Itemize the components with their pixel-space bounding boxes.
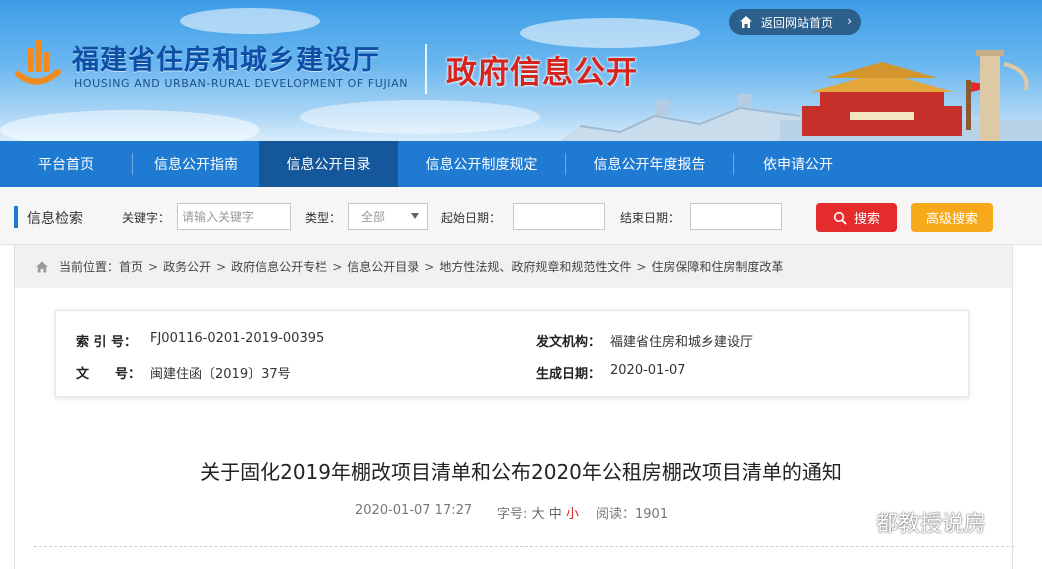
doc-number-value: 闽建住函〔2019〕37号 <box>150 367 291 382</box>
publish-datetime: 2020-01-07 17:27 <box>355 503 473 518</box>
page: 福建省住房和城乡建设厅 HOUSING AND URBAN-RURAL DEVE… <box>0 0 1042 569</box>
view-count: 阅读：1901 <box>596 503 668 522</box>
search-button-label: 搜索 <box>853 212 880 227</box>
document-title: 关于固化2019年棚改项目清单和公布2020年公租房棚改项目清单的通知 <box>200 460 842 484</box>
nav-item-apply[interactable]: 依申请公开 <box>734 141 862 187</box>
logo-icon <box>15 40 61 85</box>
issuer-label: 发文机构： <box>536 335 602 350</box>
keyword-label: 关键字： <box>122 211 171 225</box>
site-title: 福建省住房和城乡建设厅 <box>72 45 380 76</box>
type-select-value: 全部 <box>361 210 386 224</box>
breadcrumb-item-info-column[interactable]: 政府信息公开专栏 <box>231 258 327 275</box>
breadcrumb-separator: > <box>216 259 227 274</box>
font-size-small[interactable]: 小 <box>566 507 579 522</box>
start-date-input[interactable] <box>513 203 605 230</box>
main-nav: 平台首页 信息公开指南 信息公开目录 信息公开制度规定 信息公开年度报告 依申请… <box>0 141 1042 187</box>
back-home-button[interactable]: 返回网站首页 › <box>729 9 861 35</box>
index-number-value: FJ00116-0201-2019-00395 <box>150 331 325 346</box>
search-title: 信息检索 <box>27 211 83 227</box>
tiananmen-illustration <box>780 50 1042 141</box>
watermark: 都教授说房 <box>838 506 986 538</box>
breadcrumb-item-regulations[interactable]: 地方性法规、政府规章和规范性文件 <box>439 258 631 275</box>
font-size-control: 字号: 大 中 小 <box>497 503 579 522</box>
search-title-accent <box>14 206 18 228</box>
breadcrumb-item-affairs[interactable]: 政务公开 <box>163 258 211 275</box>
site-header: 福建省住房和城乡建设厅 HOUSING AND URBAN-RURAL DEVE… <box>0 0 1042 141</box>
breadcrumb: 当前位置： 首页 > 政务公开 > 政府信息公开专栏 > 信息公开目录 > 地方… <box>14 245 1013 288</box>
advanced-search-button[interactable]: 高级搜索 <box>911 203 993 232</box>
nav-item-home[interactable]: 平台首页 <box>0 141 132 187</box>
chevron-right-icon: › <box>847 14 852 28</box>
nav-item-catalog[interactable]: 信息公开目录 <box>259 141 398 187</box>
chevron-down-icon <box>411 213 419 219</box>
issuer-value: 福建省住房和城乡建设厅 <box>610 335 754 350</box>
type-label: 类型： <box>305 211 342 225</box>
nav-item-regulations[interactable]: 信息公开制度规定 <box>398 141 565 187</box>
breadcrumb-separator: > <box>424 259 435 274</box>
breadcrumb-item-catalog[interactable]: 信息公开目录 <box>347 258 419 275</box>
view-count-value: 1901 <box>635 507 669 522</box>
site-subtitle: HOUSING AND URBAN-RURAL DEVELOPMENT OF F… <box>74 77 409 90</box>
end-date-label: 结束日期： <box>620 211 681 225</box>
view-count-label: 阅读： <box>596 507 636 522</box>
font-size-large[interactable]: 大 <box>532 507 545 522</box>
type-select[interactable]: 全部 <box>348 203 428 230</box>
keyword-input[interactable]: 请输入关键字 <box>177 203 291 230</box>
index-number-label: 索 引 号： <box>76 335 138 350</box>
back-home-label: 返回网站首页 <box>761 15 834 30</box>
document-meta-box <box>55 310 969 397</box>
font-size-medium[interactable]: 中 <box>549 507 562 522</box>
home-icon <box>739 15 753 29</box>
great-wall-illustration <box>560 94 800 141</box>
wechat-icon <box>840 510 868 533</box>
search-icon <box>833 211 847 225</box>
font-size-label: 字号: <box>497 507 528 522</box>
breadcrumb-item-home[interactable]: 首页 <box>119 258 143 275</box>
breadcrumb-item-housing[interactable]: 住房保障和住房制度改革 <box>651 258 783 275</box>
breadcrumb-prefix: 当前位置： <box>59 260 120 274</box>
doc-number-label: 文 号： <box>76 367 142 382</box>
date-label: 生成日期： <box>536 367 602 382</box>
end-date-input[interactable] <box>690 203 782 230</box>
section-title: 政府信息公开 <box>446 55 638 91</box>
title-divider <box>425 44 427 94</box>
divider-line <box>34 546 1014 547</box>
nav-item-guide[interactable]: 信息公开指南 <box>133 141 259 187</box>
breadcrumb-separator: > <box>636 259 647 274</box>
date-value: 2020-01-07 <box>610 363 686 378</box>
breadcrumb-separator: > <box>332 259 343 274</box>
breadcrumb-separator: > <box>148 259 159 274</box>
start-date-label: 起始日期： <box>441 211 502 225</box>
home-icon <box>35 260 49 274</box>
search-button[interactable]: 搜索 <box>816 203 897 232</box>
nav-item-annual-report[interactable]: 信息公开年度报告 <box>566 141 733 187</box>
watermark-text: 都教授说房 <box>876 512 987 537</box>
